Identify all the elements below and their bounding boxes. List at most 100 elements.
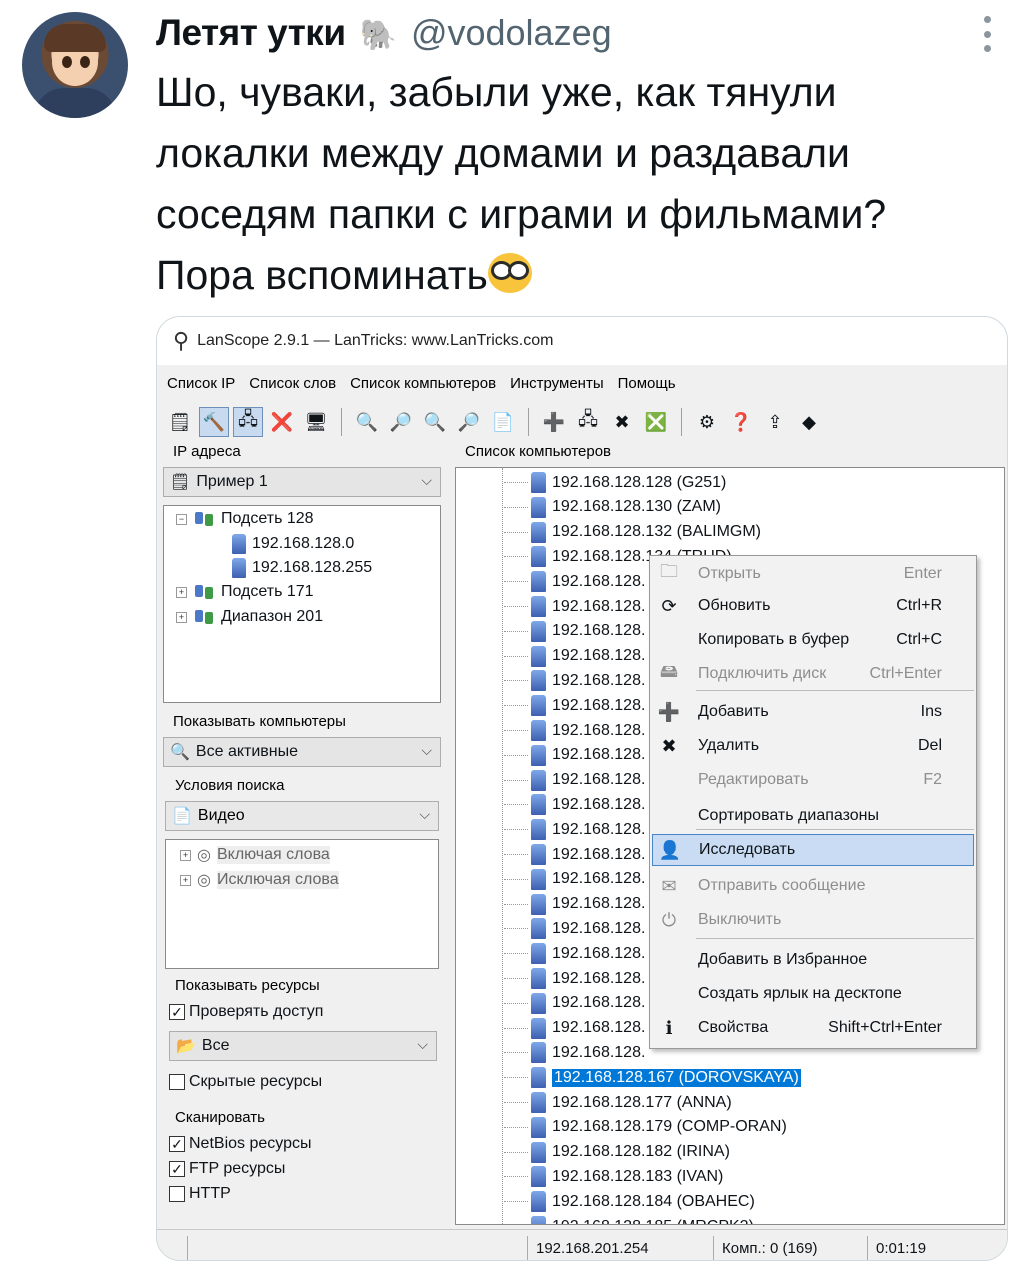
context-menu-item[interactable]: 👤 Исследовать bbox=[652, 834, 974, 866]
context-menu-item[interactable]: 🖴 Подключить диск Ctrl+Enter bbox=[652, 658, 974, 690]
network-icon bbox=[193, 608, 215, 626]
update-icon[interactable]: ⇪ bbox=[760, 407, 790, 437]
computer-list-item[interactable]: 192.168.128.177 (ANNA) bbox=[531, 1090, 732, 1115]
search-next-icon[interactable]: 🔍 bbox=[420, 407, 450, 437]
computer-list-item[interactable]: 192.168.128. bbox=[531, 619, 645, 644]
context-menu-item[interactable]: Копировать в буфер Ctrl+C bbox=[652, 624, 974, 656]
context-menu-item[interactable]: Добавить в Избранное bbox=[652, 944, 974, 976]
tweet-text: Шо, чуваки, забыли уже, как тянули локал… bbox=[156, 62, 1006, 306]
delete-list-icon[interactable]: ❌ bbox=[267, 407, 297, 437]
computer-list-item[interactable]: 192.168.128.128 (G251) bbox=[531, 470, 726, 495]
computer-list-item[interactable]: 192.168.128. bbox=[531, 867, 645, 892]
computer-list-item[interactable]: 192.168.128. bbox=[531, 768, 645, 793]
computer-list-item[interactable]: 192.168.128.132 (BALIMGM) bbox=[531, 520, 761, 545]
tree-item-ip[interactable]: 192.168.128.255 bbox=[232, 558, 372, 578]
computer-list-item[interactable]: 192.168.128. bbox=[531, 743, 645, 768]
context-menu-item[interactable]: ⏻ Выключить bbox=[652, 904, 974, 936]
context-menu-item[interactable]: ✉ Отправить сообщение bbox=[652, 870, 974, 902]
computer-list-item[interactable]: 192.168.128.179 (COMP-ORAN) bbox=[531, 1115, 787, 1140]
ip-list-select[interactable]: 🗒 Пример 1 ⌵ bbox=[163, 467, 441, 497]
computer-list-item[interactable]: 192.168.128. bbox=[531, 1040, 645, 1065]
context-menu-item[interactable]: Редактировать F2 bbox=[652, 764, 974, 796]
attached-image[interactable]: ⚲ LanScope 2.9.1 — LanTricks: www.LanTri… bbox=[156, 316, 1008, 1261]
tree-item-exclude-words[interactable]: + ◎ Исключая слова bbox=[180, 870, 339, 890]
menu-item-help[interactable]: Помощь bbox=[618, 375, 676, 392]
computer-list-item[interactable]: 192.168.128.182 (IRINA) bbox=[531, 1140, 730, 1165]
add-computer-icon[interactable]: ➕ bbox=[539, 407, 569, 437]
settings-icon[interactable]: ⚙ bbox=[692, 407, 722, 437]
menu-item-computer-list[interactable]: Список компьютеров bbox=[350, 375, 496, 392]
computer-list-item[interactable]: 192.168.128. bbox=[531, 842, 645, 867]
computer-list-item[interactable]: 192.168.128. bbox=[531, 668, 645, 693]
computer-list-item[interactable]: 192.168.128. bbox=[531, 792, 645, 817]
document-icon[interactable]: 📄 bbox=[488, 407, 518, 437]
computer-list-item[interactable]: 192.168.128.130 (ZAM) bbox=[531, 495, 721, 520]
ftp-checkbox[interactable]: ✓ FTP ресурсы bbox=[169, 1160, 285, 1178]
computer-list-item[interactable]: 192.168.128. bbox=[531, 966, 645, 991]
search-conditions-select[interactable]: 📄 Видео ⌵ bbox=[165, 801, 439, 831]
expand-icon[interactable]: + bbox=[180, 874, 191, 886]
computer-list-item[interactable]: 192.168.128.167 (DOROVSKAYA) bbox=[531, 1065, 801, 1090]
computer-list-item[interactable]: 192.168.128. bbox=[531, 718, 645, 743]
tree-item-label: Диапазон 201 bbox=[221, 608, 324, 625]
context-menu-item[interactable]: Создать ярлык на десктопе bbox=[652, 978, 974, 1010]
menu-item-word-list[interactable]: Список слов bbox=[249, 375, 336, 392]
computer-list-item[interactable]: 192.168.128. bbox=[531, 644, 645, 669]
computer-tool-icon[interactable]: 🖧 bbox=[233, 407, 263, 437]
computer-list-item[interactable]: 192.168.128. bbox=[531, 817, 645, 842]
show-computers-select[interactable]: 🔍 Все активные ⌵ bbox=[163, 737, 441, 767]
tree-item-include-words[interactable]: + ◎ Включая слова bbox=[180, 845, 330, 865]
message-icon: ✉ bbox=[661, 875, 677, 896]
context-menu-item[interactable]: ℹ Свойства Shift+Ctrl+Enter bbox=[652, 1012, 974, 1044]
tree-guide-line bbox=[504, 829, 528, 831]
tree-item-subnet-171[interactable]: + Подсеть 171 bbox=[176, 583, 314, 601]
expand-icon[interactable]: + bbox=[180, 849, 191, 861]
help-icon[interactable]: ❓ bbox=[726, 407, 756, 437]
context-menu-item-shortcut: Enter bbox=[903, 565, 942, 582]
expand-icon[interactable]: + bbox=[176, 586, 187, 598]
about-icon[interactable]: ◆ bbox=[794, 407, 824, 437]
computer-list-item[interactable]: 192.168.128.184 (OBAHEC) bbox=[531, 1189, 755, 1214]
computer-list-item[interactable]: 192.168.128. bbox=[531, 569, 645, 594]
expand-icon[interactable]: + bbox=[176, 611, 187, 623]
author-avatar[interactable] bbox=[22, 12, 128, 118]
hidden-resources-checkbox[interactable]: Скрытые ресурсы bbox=[169, 1073, 322, 1091]
tree-item-ip[interactable]: 192.168.128.0 bbox=[232, 534, 354, 554]
computer-list-item[interactable]: 192.168.128.185 (MRCPK2) bbox=[531, 1214, 754, 1224]
check-access-checkbox[interactable]: ✓ Проверять доступ bbox=[169, 1003, 323, 1021]
netbios-checkbox[interactable]: ✓ NetBios ресурсы bbox=[169, 1135, 311, 1153]
more-options-icon[interactable] bbox=[980, 16, 994, 52]
author-name[interactable]: Летят утки bbox=[156, 12, 346, 54]
tree-item-range-201[interactable]: + Диапазон 201 bbox=[176, 608, 323, 626]
search-refresh-icon[interactable]: 🔎 bbox=[454, 407, 484, 437]
resources-select[interactable]: 📂 Все ⌵ bbox=[169, 1031, 437, 1061]
http-checkbox[interactable]: HTTP bbox=[169, 1185, 231, 1203]
context-menu-item[interactable]: Сортировать диапазоны bbox=[652, 800, 974, 832]
context-menu-item[interactable]: 🗀 Открыть Enter bbox=[652, 558, 974, 590]
computer-list-item[interactable]: 192.168.128. bbox=[531, 892, 645, 917]
computers-icon[interactable]: 🖧 bbox=[573, 407, 603, 437]
delete-computer-icon[interactable]: ❎ bbox=[641, 407, 671, 437]
context-menu-item[interactable]: ⟳ Обновить Ctrl+R bbox=[652, 590, 974, 622]
scan-tool-icon[interactable]: 🔨 bbox=[199, 407, 229, 437]
computer-list-item[interactable]: 192.168.128. bbox=[531, 991, 645, 1016]
computer-list-item[interactable]: 192.168.128. bbox=[531, 693, 645, 718]
collapse-icon[interactable]: − bbox=[176, 513, 187, 525]
context-menu-item[interactable]: ✖ Удалить Del bbox=[652, 730, 974, 762]
new-ip-list-icon[interactable]: 🗒 bbox=[165, 407, 195, 437]
computer-list-item[interactable]: 192.168.128. bbox=[531, 916, 645, 941]
computer-list-item[interactable]: 192.168.128. bbox=[531, 941, 645, 966]
menu-item-ip-list[interactable]: Список IP bbox=[167, 375, 235, 392]
tree-item-subnet-128[interactable]: − Подсеть 128 bbox=[176, 510, 314, 528]
search-star-icon[interactable]: 🔎 bbox=[386, 407, 416, 437]
computer-list-item[interactable]: 192.168.128. bbox=[531, 594, 645, 619]
remove-computers-icon[interactable]: ✖ bbox=[607, 407, 637, 437]
computer-list-item[interactable]: 192.168.128. bbox=[531, 1016, 645, 1041]
menu-item-tools[interactable]: Инструменты bbox=[510, 375, 604, 392]
computer-list-item[interactable]: 192.168.128.183 (IVAN) bbox=[531, 1164, 723, 1189]
tree-guide-line bbox=[504, 1052, 528, 1054]
network-icon[interactable]: 🖥 bbox=[301, 407, 331, 437]
author-handle[interactable]: @vodolazeg bbox=[411, 12, 612, 54]
search-icon[interactable]: 🔍 bbox=[352, 407, 382, 437]
context-menu-item[interactable]: ➕ Добавить Ins bbox=[652, 696, 974, 728]
